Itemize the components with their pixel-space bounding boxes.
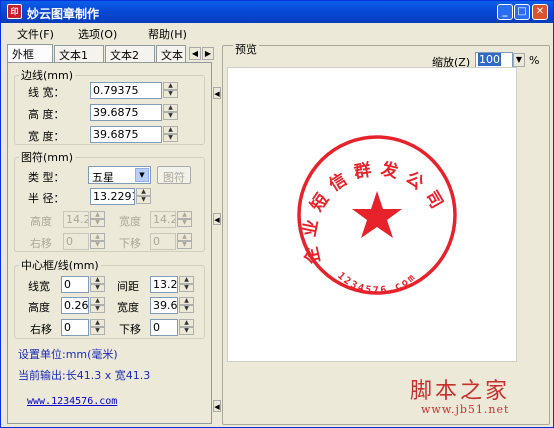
center-line-width-label: 线宽 [28,280,50,293]
settings-panel: 边线(mm) 线 宽： 0.79375 ▲ ▼ 高 度： 39.6875 ▲ ▼ 宽… [7,62,212,424]
zoom-input[interactable]: 100 [475,52,513,68]
symbol-right-input[interactable]: 0 [63,233,89,250]
symbol-radius-label: 半 径： [28,192,65,205]
center-line-width-input[interactable]: 0 [61,276,89,293]
border-line-width-spinner[interactable]: ▲ ▼ [163,82,178,99]
symbol-height-spinner[interactable]: ▲ ▼ [90,211,105,228]
border-height-spinner[interactable]: ▲ ▼ [163,104,178,121]
symbol-width-input[interactable]: 14.2 [150,211,176,228]
stamp-bottom-text: 1234576.com [335,270,418,296]
symbol-group-legend: 图符(mm) [21,151,74,164]
maximize-button[interactable]: □ [514,4,530,20]
center-width-label: 宽度 [117,301,139,314]
preview-label: 预览 [233,41,259,57]
window-title: 妙云图章制作 [27,7,100,21]
center-down-spinner[interactable]: ▲ ▼ [179,319,194,336]
border-group-legend: 边线(mm) [21,69,74,82]
stamp-star-icon [352,191,402,238]
center-down-label: 下移 [119,323,141,336]
symbol-type-value: 五星 [92,171,114,184]
close-button[interactable]: ✕ [532,4,548,20]
tab-scroll-left-icon[interactable]: ◀ [189,47,201,60]
symbol-right-spinner[interactable]: ▲ ▼ [90,233,105,250]
symbol-radius-spinner[interactable]: ▲ ▼ [136,188,151,205]
center-frame-group-legend: 中心框/线(mm) [21,259,99,272]
center-right-spinner[interactable]: ▲ ▼ [90,319,105,336]
center-line-width-spinner[interactable]: ▲ ▼ [90,276,105,293]
border-line-width-label: 线 宽： [28,86,65,99]
center-height-label: 高度 [28,301,50,314]
tab-outer-frame[interactable]: 外框 [7,44,53,62]
website-link[interactable]: www.1234576.com [27,396,117,407]
chevron-down-icon[interactable]: ▼ [135,168,149,182]
symbol-type-label: 类 型： [28,171,65,184]
title-bar[interactable]: 印 妙云图章制作 _ □ ✕ [1,1,553,23]
symbol-radius-input[interactable]: 13.2291 [90,188,135,205]
center-right-input[interactable]: 0 [61,319,89,336]
minimize-button[interactable]: _ [497,4,513,20]
output-size-text: 当前输出:长41.3 x 宽41.3 [18,369,151,382]
symbol-height-label: 高度 [30,215,52,228]
symbol-down-spinner[interactable]: ▲ ▼ [177,233,192,250]
center-right-label: 右移 [30,323,52,336]
menu-file[interactable]: 文件(F) [17,26,54,42]
panel-splitter[interactable]: ◀ ◀ ◀ [213,45,221,425]
collapse-left-icon[interactable]: ◀ [213,87,221,99]
border-width-label: 宽 度： [28,130,65,143]
watermark-url: www.jb51.net [421,403,510,416]
center-spacing-label: 间距 [117,280,139,293]
menu-help[interactable]: 帮助(H) [148,26,187,42]
zoom-unit: % [529,54,540,67]
symbol-height-input[interactable]: 14.2 [63,211,89,228]
border-line-width-input[interactable]: 0.79375 [90,82,162,99]
unit-info-text: 设置单位:mm(毫米) [18,348,118,361]
center-width-spinner[interactable]: ▲ ▼ [179,297,194,314]
symbol-type-select[interactable]: 五星 ▼ [88,166,151,184]
app-window: 印 妙云图章制作 _ □ ✕ 文件(F) 选项(O) 帮助(H) 外框 文本1 … [0,0,554,428]
tab-text3[interactable]: 文本 [156,45,186,62]
border-height-label: 高 度： [28,108,65,121]
watermark-title: 脚本之家 [410,379,511,404]
center-width-input[interactable]: 39.6 [150,297,178,314]
symbol-width-spinner[interactable]: ▲ ▼ [177,211,192,228]
collapse-left-icon-bottom[interactable]: ◀ [213,400,221,412]
symbol-down-label: 下移 [119,237,141,250]
tab-text2[interactable]: 文本2 [105,45,155,62]
center-spacing-spinner[interactable]: ▲ ▼ [179,276,194,293]
menu-options[interactable]: 选项(O) [78,26,117,42]
tab-text1[interactable]: 文本1 [54,45,104,62]
zoom-value: 100 [478,53,501,66]
preview-canvas: 企业短信群发公司 1234576.com [227,67,517,362]
center-height-input[interactable]: 0.26 [61,297,89,314]
symbol-down-input[interactable]: 0 [150,233,176,250]
seal-app-icon: 印 [7,4,22,19]
border-width-spinner[interactable]: ▲ ▼ [163,126,178,143]
symbol-right-label: 右移 [30,237,52,250]
center-spacing-input[interactable]: 13.2 [150,276,178,293]
stamp-preview: 企业短信群发公司 1234576.com [297,135,457,297]
border-width-input[interactable]: 39.6875 [90,126,162,143]
symbol-width-label: 宽度 [119,215,141,228]
symbol-button[interactable]: 图符 [157,166,191,184]
menu-bar: 文件(F) 选项(O) 帮助(H) [1,23,553,41]
collapse-left-icon-mid[interactable]: ◀ [213,213,221,225]
zoom-dropdown-icon[interactable]: ▼ [513,53,525,67]
border-height-input[interactable]: 39.6875 [90,104,162,121]
center-down-input[interactable]: 0 [150,319,178,336]
center-height-spinner[interactable]: ▲ ▼ [90,297,105,314]
